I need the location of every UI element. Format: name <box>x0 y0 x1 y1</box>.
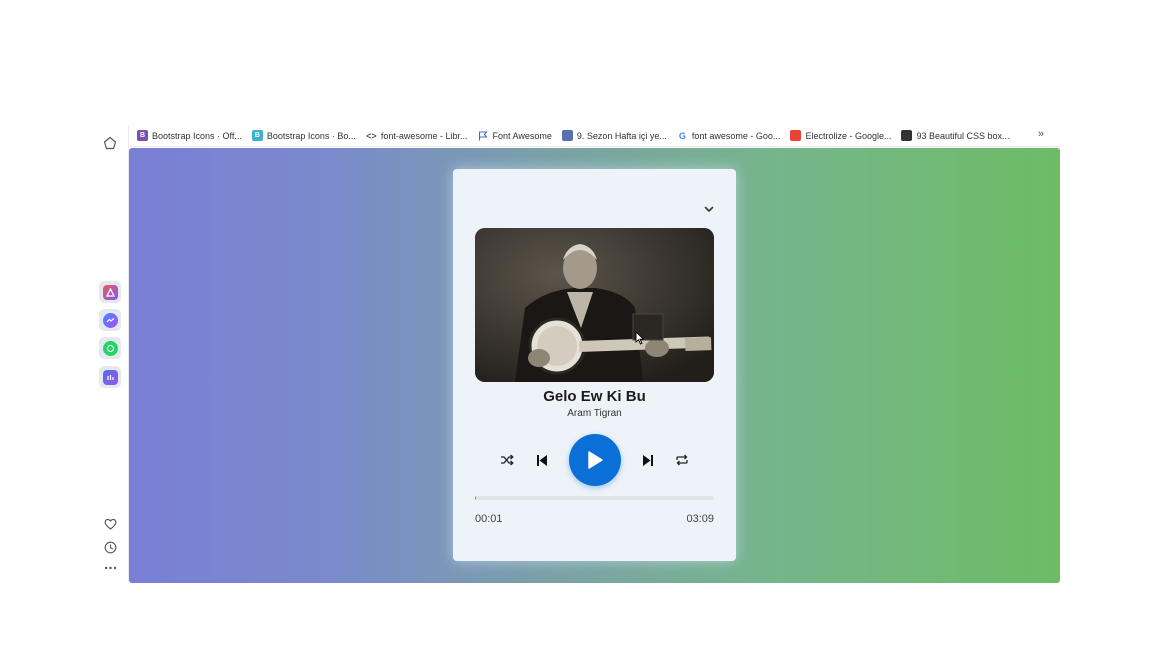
progress-bar[interactable] <box>475 496 714 500</box>
bookmark-item[interactable]: 93 Beautiful CSS box... <box>901 125 1010 146</box>
bookmark-item[interactable]: Electrolize - Google... <box>790 125 891 146</box>
bookmark-label: Electrolize - Google... <box>805 130 892 141</box>
play-button[interactable] <box>569 434 621 486</box>
google-fonts-icon <box>790 130 802 141</box>
repeat-icon <box>676 454 688 466</box>
bookmark-item[interactable]: Gfont awesome - Goo... <box>677 125 781 146</box>
sidebar-app-whatsapp[interactable] <box>99 337 121 359</box>
bookmark-item[interactable]: B Bootstrap Icons · Bo... <box>251 125 356 146</box>
bookmark-item[interactable]: 9. Sezon Hafta içi ye... <box>561 125 667 146</box>
sidebar <box>92 125 129 583</box>
shuffle-icon <box>501 454 514 466</box>
site-icon <box>901 130 913 141</box>
bookmark-label: 93 Beautiful CSS box... <box>916 130 1010 141</box>
album-cover <box>475 228 714 382</box>
aria-icon <box>102 284 118 300</box>
total-duration: 03:09 <box>686 513 714 525</box>
bootstrap-page-icon: B <box>251 130 263 141</box>
play-icon <box>588 451 603 469</box>
song-artist: Aram Tigran <box>567 408 622 419</box>
bookmark-label: 9. Sezon Hafta içi ye... <box>576 130 667 141</box>
bookmark-label: font-awesome - Libr... <box>380 130 468 141</box>
current-time: 00:01 <box>475 513 503 525</box>
bookmark-item[interactable]: <> font-awesome - Libr... <box>366 125 468 146</box>
more-options-icon[interactable] <box>98 556 122 580</box>
messenger-icon <box>102 312 118 328</box>
skip-back-icon <box>537 454 547 466</box>
flag-icon <box>477 130 488 141</box>
repeat-button[interactable] <box>673 451 691 469</box>
home-icon[interactable] <box>98 131 122 155</box>
next-button[interactable] <box>638 450 658 470</box>
whatsapp-icon <box>102 340 118 356</box>
google-icon: G <box>678 130 686 141</box>
sidebar-app-messenger[interactable] <box>99 309 121 331</box>
sidebar-app-music[interactable] <box>99 366 121 388</box>
bookmark-label: font awesome - Goo... <box>691 130 781 141</box>
code-icon: <> <box>366 130 377 141</box>
music-app-icon <box>102 369 118 385</box>
previous-button[interactable] <box>532 450 552 470</box>
bookmark-label: Bootstrap Icons · Off... <box>152 130 242 141</box>
shuffle-button[interactable] <box>498 451 516 469</box>
bootstrap-icon: B <box>137 130 148 141</box>
chevron-down-icon[interactable] <box>702 202 716 216</box>
sidebar-app-aria[interactable] <box>99 281 121 303</box>
bookmark-item[interactable]: B Bootstrap Icons · Off... <box>137 125 242 146</box>
browser-window: B Bootstrap Icons · Off... B Bootstrap Icon… <box>92 125 1060 583</box>
more-bookmarks-icon[interactable]: » <box>1038 128 1044 140</box>
favorites-heart-icon[interactable] <box>98 512 122 536</box>
skip-forward-icon <box>643 454 653 466</box>
page-viewport: Gelo Ew Ki Bu Aram Tigran 00:01 03:09 <box>129 148 1060 583</box>
song-title: Gelo Ew Ki Bu <box>543 388 646 405</box>
bookmark-item[interactable]: Font Awesome <box>477 125 552 146</box>
music-player-card: Gelo Ew Ki Bu Aram Tigran 00:01 03:09 <box>453 169 736 561</box>
bookmarks-bar: B Bootstrap Icons · Off... B Bootstrap Icon… <box>129 125 1060 147</box>
progress-fill <box>475 496 477 500</box>
bookmark-label: Bootstrap Icons · Bo... <box>266 130 356 141</box>
site-icon <box>561 130 573 141</box>
bookmark-label: Font Awesome <box>492 130 552 141</box>
